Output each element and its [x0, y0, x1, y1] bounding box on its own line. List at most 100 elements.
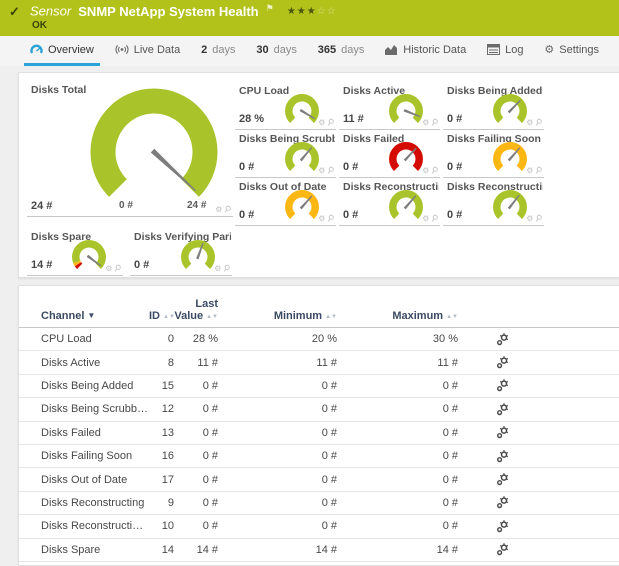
cell-channel[interactable]: Disks Reconstructing P…	[41, 520, 149, 532]
table-row-disks-failing-soon[interactable]: Disks Failing Soon160 #0 #0 #	[19, 445, 619, 468]
channel-settings-icon[interactable]	[496, 380, 509, 392]
column-header-minimum[interactable]: Minimum▲▼	[218, 310, 337, 322]
cell-channel[interactable]: Disks Failing Soon	[41, 450, 149, 462]
table-row-disks-being-added[interactable]: Disks Being Added150 #0 #0 #	[19, 375, 619, 398]
table-row-disks-reconstructing[interactable]: Disks Reconstructing90 #0 #0 #	[19, 492, 619, 515]
cell-channel[interactable]: Disks Being Added	[41, 380, 149, 392]
flag-icon[interactable]: ⚑	[266, 3, 274, 13]
gauge-value: 0 #	[343, 161, 358, 173]
cell-channel[interactable]: Disks Failed	[41, 427, 149, 439]
disks-out-of-date-gauge	[282, 188, 322, 226]
pin-icon[interactable]: ⚲	[533, 116, 545, 129]
channel-settings-icon[interactable]	[496, 333, 509, 345]
cell-channel[interactable]: Disks Out of Date	[41, 474, 149, 486]
cell-channel[interactable]: Disks Active	[41, 357, 149, 369]
pin-icon[interactable]: ⚲	[429, 212, 441, 225]
column-header-channel[interactable]: Channel▼	[41, 310, 149, 322]
disks-active-gauge	[386, 92, 426, 130]
pin-icon[interactable]: ⚲	[533, 164, 545, 177]
priority-stars[interactable]: ★★★☆☆	[287, 6, 337, 17]
channel-settings-icon[interactable]	[496, 473, 509, 485]
gauge-panel-disks-total[interactable]: Disks Total 0 # 24 # 24 # ⚙⚲	[27, 82, 233, 217]
cell-maximum: 0 #	[337, 474, 458, 486]
tab-bar: Overview Live Data 2days 30days 365days Histo…	[0, 36, 619, 66]
cell-minimum: 14 #	[218, 544, 337, 556]
table-row-disks-active[interactable]: Disks Active811 #11 #11 #	[19, 351, 619, 374]
cell-channel[interactable]: Disks Spare	[41, 544, 149, 556]
cell-id: 10	[149, 520, 174, 532]
gauge-title: Disks Total	[31, 84, 86, 96]
cell-channel[interactable]: Disks Being Scrubbed	[41, 403, 149, 415]
table-row-disks-out-of-date[interactable]: Disks Out of Date170 #0 #0 #	[19, 468, 619, 491]
pin-icon[interactable]: ⚲	[112, 262, 124, 275]
tab-historic-data[interactable]: Historic Data	[379, 36, 472, 66]
channel-settings-icon[interactable]	[496, 427, 509, 439]
tab-log[interactable]: Log	[481, 36, 529, 66]
gauge-panel-disks-verifying-parity[interactable]: Disks Verifying Parity0 #⚙⚲	[130, 229, 232, 276]
tab-settings[interactable]: ⚙Settings	[538, 36, 605, 66]
pin-icon[interactable]: ⚲	[429, 164, 441, 177]
gear-icon[interactable]: ⚙	[215, 205, 222, 214]
pin-icon[interactable]: ⚲	[325, 164, 337, 177]
channel-settings-icon[interactable]	[496, 497, 509, 509]
gauge-panel-disks-out-of-date[interactable]: Disks Out of Date0 #⚙⚲	[235, 179, 336, 226]
cell-maximum: 0 #	[337, 403, 458, 415]
tab-365-days[interactable]: 365days	[312, 36, 371, 66]
cell-id: 12	[149, 403, 174, 415]
cell-maximum: 0 #	[337, 380, 458, 392]
pin-icon[interactable]: ⚲	[222, 203, 234, 216]
gauge-value: 0 #	[447, 113, 462, 125]
cpu-load-gauge	[282, 92, 322, 130]
pin-icon[interactable]: ⚲	[325, 212, 337, 225]
cell-maximum: 14 #	[337, 544, 458, 556]
broadcast-icon	[115, 44, 129, 55]
gauge-panel-disks-active[interactable]: Disks Active11 #⚙⚲	[339, 83, 440, 130]
cell-channel[interactable]: Disks Reconstructing	[41, 497, 149, 509]
table-row-disks-failed[interactable]: Disks Failed130 #0 #0 #	[19, 422, 619, 445]
gauge-panel-disks-being-added[interactable]: Disks Being Added0 #⚙⚲	[443, 83, 544, 130]
gauge-value: 24 #	[31, 200, 52, 212]
cell-id: 14	[149, 544, 174, 556]
table-row-disks-spare[interactable]: Disks Spare1414 #14 #14 #	[19, 539, 619, 562]
tab-30-days[interactable]: 30days	[250, 36, 303, 66]
gauge-panel-cpu-load[interactable]: CPU Load28 %⚙⚲	[235, 83, 336, 130]
gauge-panel-disks-being-scrubbed[interactable]: Disks Being Scrubbed0 #⚙⚲	[235, 131, 336, 178]
gauge-value: 0 #	[239, 161, 254, 173]
gauge-panel-disks-failed[interactable]: Disks Failed0 #⚙⚲	[339, 131, 440, 178]
channel-settings-icon[interactable]	[496, 403, 509, 415]
disks-reconstructing-parity-gauge	[490, 188, 530, 226]
pin-icon[interactable]: ⚲	[221, 262, 233, 275]
channel-table: Channel▼ ID▲▼ Last Value▲▼ Minimum▲▼ Max…	[19, 286, 619, 562]
cell-channel[interactable]: CPU Load	[41, 333, 149, 345]
column-header-id[interactable]: ID▲▼	[149, 310, 174, 322]
gauge-value: 14 #	[31, 259, 52, 271]
channel-settings-icon[interactable]	[496, 544, 509, 556]
channel-settings-icon[interactable]	[496, 520, 509, 532]
gauge-panel-disks-reconstructing-parity[interactable]: Disks Reconstructing Parity0 #⚙⚲	[443, 179, 544, 226]
column-header-maximum[interactable]: Maximum▲▼	[337, 310, 458, 322]
channel-settings-icon[interactable]	[496, 450, 509, 462]
table-row-cpu-load[interactable]: CPU Load028 %20 %30 %	[19, 328, 619, 351]
channel-settings-icon[interactable]	[496, 356, 509, 368]
cell-last-value: 0 #	[174, 474, 218, 486]
cell-last-value: 14 #	[174, 544, 218, 556]
cell-maximum: 0 #	[337, 450, 458, 462]
gauge-panel-disks-failing-soon[interactable]: Disks Failing Soon0 #⚙⚲	[443, 131, 544, 178]
gauge-panel-disks-reconstructing[interactable]: Disks Reconstructing0 #⚙⚲	[339, 179, 440, 226]
tab-2-days[interactable]: 2days	[195, 36, 241, 66]
pin-icon[interactable]: ⚲	[533, 212, 545, 225]
status-ok-check-icon: ✓	[9, 4, 20, 20]
tab-overview[interactable]: Overview	[24, 36, 100, 66]
cell-id: 0	[149, 333, 174, 345]
table-row-disks-being-scrubbed[interactable]: Disks Being Scrubbed120 #0 #0 #	[19, 398, 619, 421]
cell-id: 15	[149, 380, 174, 392]
chart-icon	[385, 44, 398, 55]
cell-id: 8	[149, 357, 174, 369]
cell-minimum: 0 #	[218, 450, 337, 462]
table-row-disks-reconstructing-p[interactable]: Disks Reconstructing P…100 #0 #0 #	[19, 515, 619, 538]
tab-live-data[interactable]: Live Data	[109, 36, 186, 66]
pin-icon[interactable]: ⚲	[429, 116, 441, 129]
gauge-panel-disks-spare[interactable]: Disks Spare14 #⚙⚲	[27, 229, 123, 276]
pin-icon[interactable]: ⚲	[325, 116, 337, 129]
column-header-last-value[interactable]: Last Value▲▼	[174, 298, 218, 322]
